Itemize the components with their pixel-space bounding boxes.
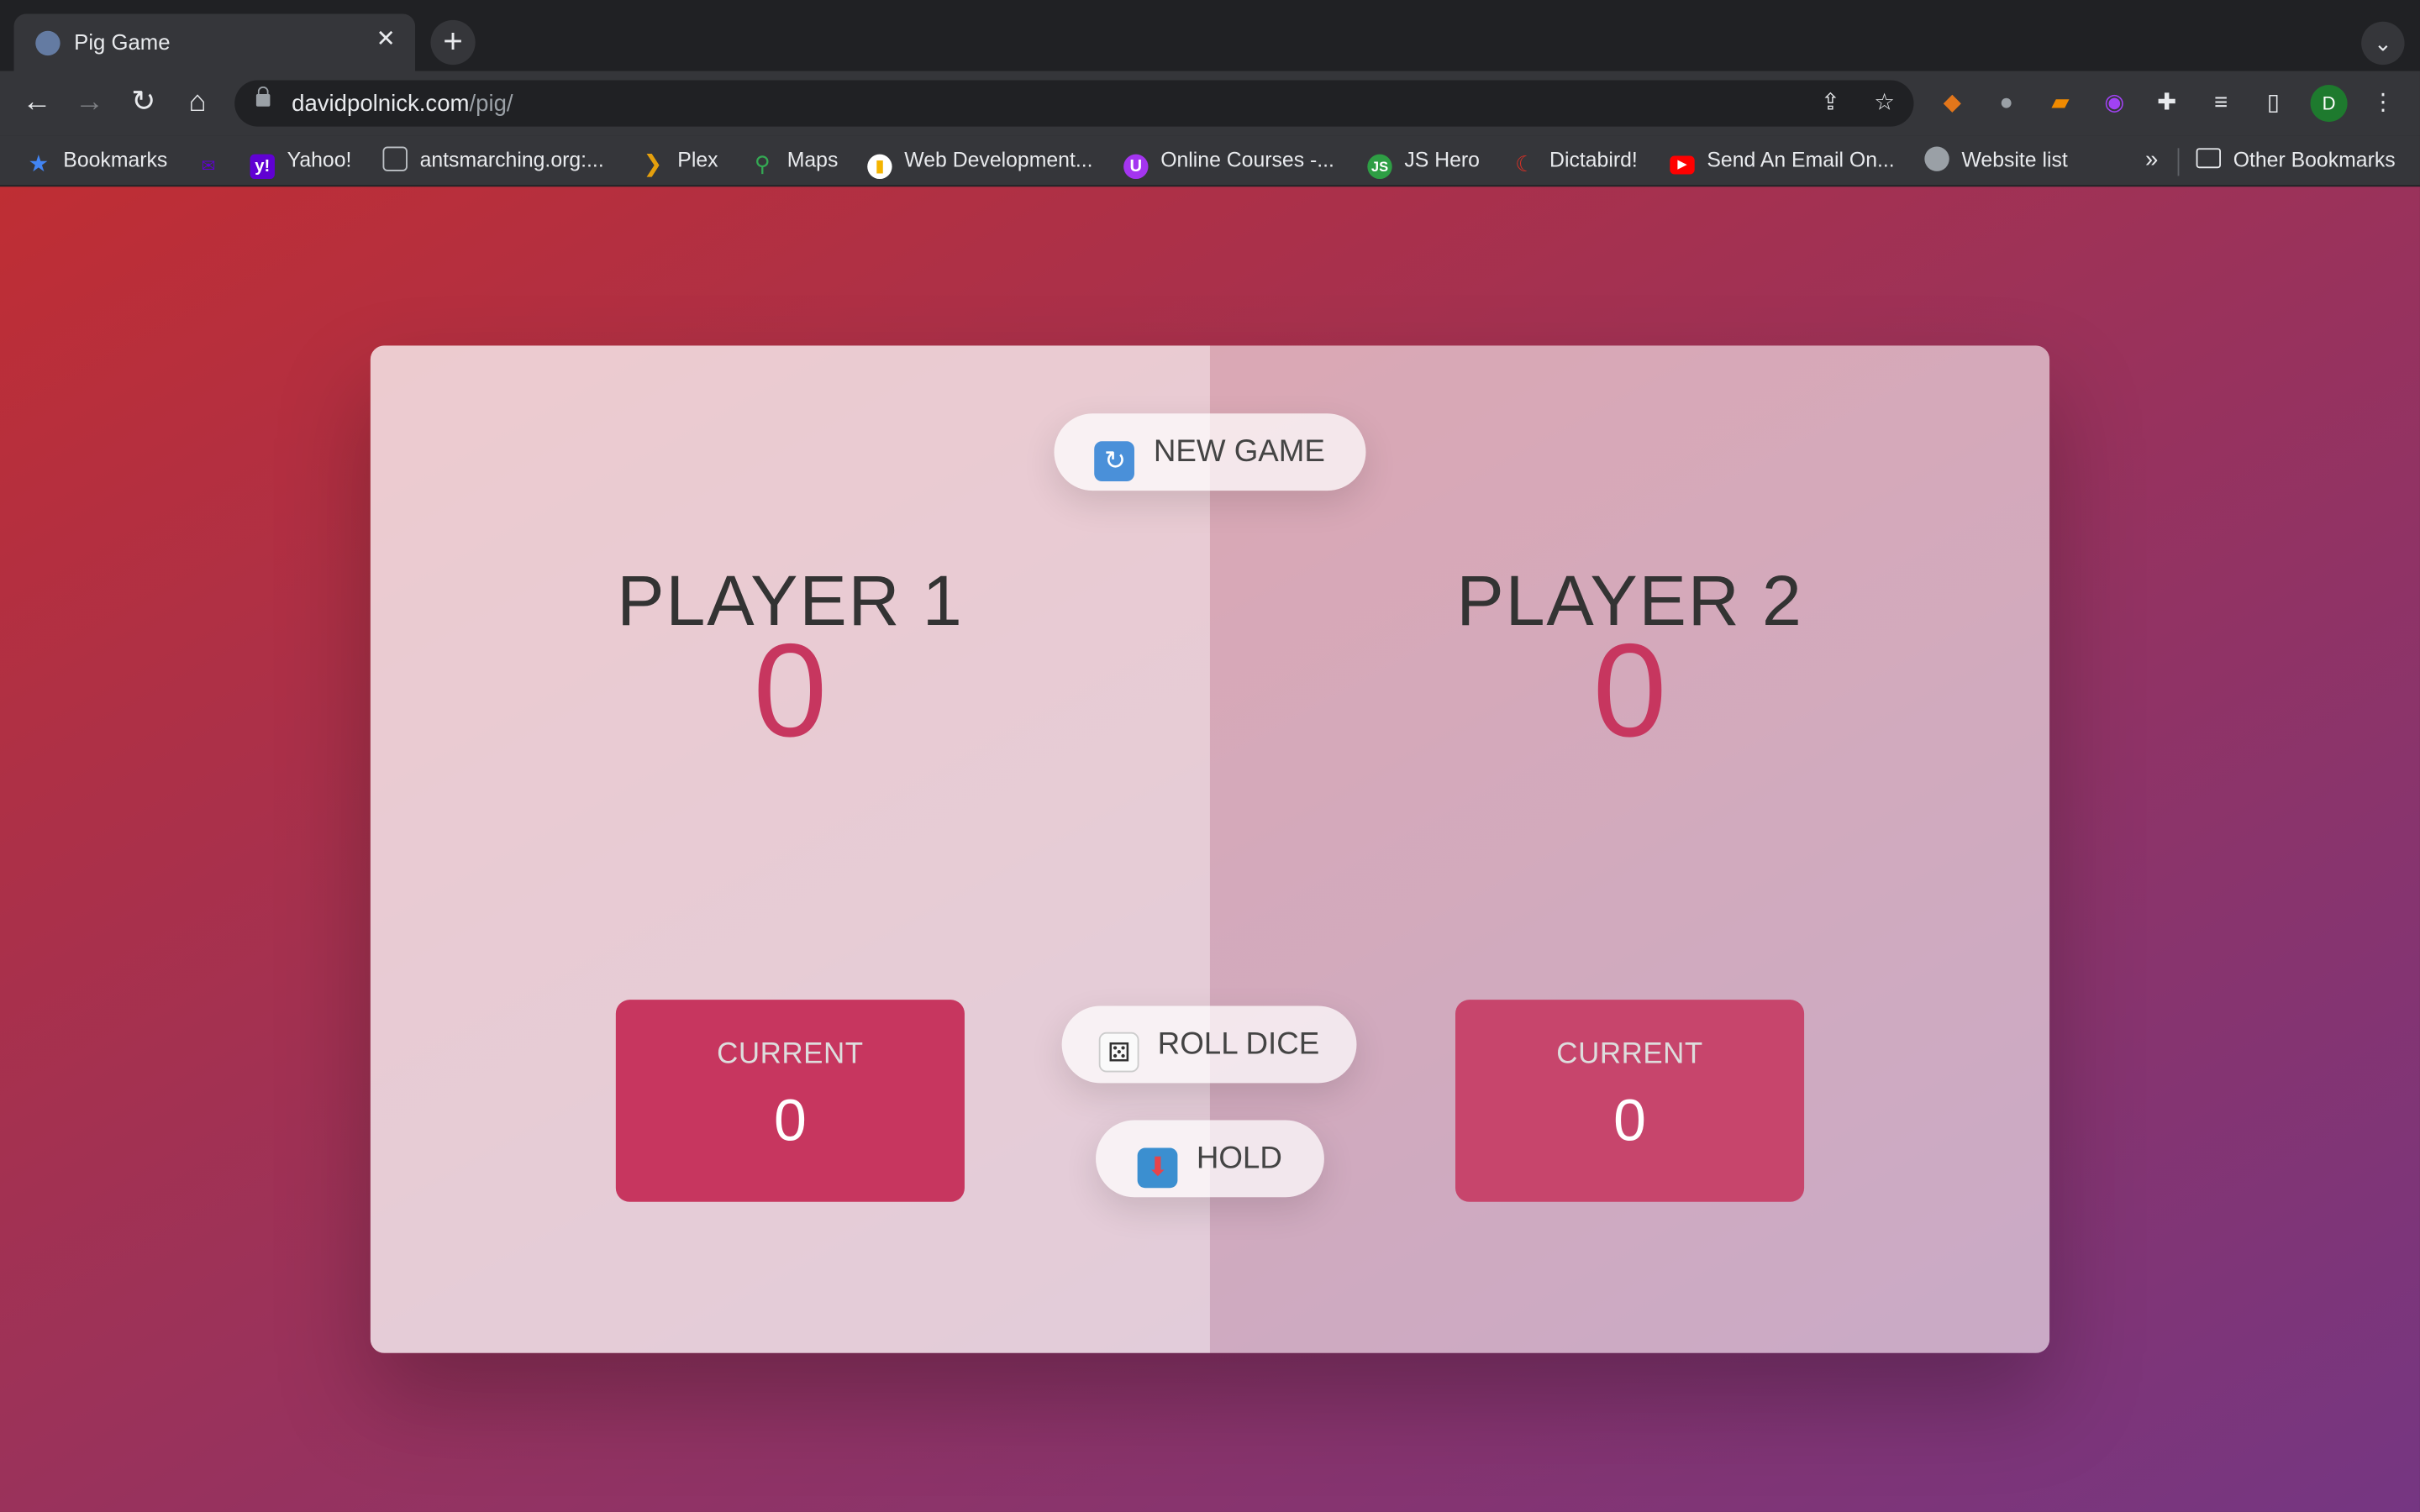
other-bookmarks[interactable]: Other Bookmarks (2196, 146, 2396, 174)
bookmark-item[interactable]: JS JS Hero (1367, 146, 1480, 180)
bookmark-item[interactable]: U Online Courses -... (1123, 146, 1334, 180)
star-icon: ★ (28, 150, 50, 178)
player-1-current-box: CURRENT 0 (615, 1000, 965, 1202)
bookmark-item[interactable]: ▶ Send An Email On... (1670, 146, 1895, 175)
extensions-puzzle-icon[interactable]: ✚ (2151, 88, 2182, 119)
inbox-tray-icon: ⬇ (1138, 1147, 1178, 1189)
menu-kebab-icon[interactable]: ⋮ (2367, 88, 2398, 119)
hold-label: HOLD (1196, 1142, 1282, 1176)
bookmark-item[interactable]: ★ Bookmarks (26, 146, 168, 178)
globe-icon (35, 30, 60, 56)
extension-grey-icon[interactable]: ● (1991, 88, 2022, 119)
browser-window: Pig Game ✕ + ⌄ ← → ↻ ⌂ davidpolnick.com/… (0, 0, 2420, 1512)
antsmarching-icon (382, 146, 408, 171)
tab-search-button[interactable]: ⌄ (2361, 21, 2405, 66)
yahoo-icon: y! (250, 154, 275, 180)
new-game-label: NEW GAME (1153, 434, 1325, 470)
tab-pig-game[interactable]: Pig Game ✕ (13, 13, 416, 71)
web-dev-icon: ▮ (867, 154, 892, 180)
browser-toolbar: ← → ↻ ⌂ davidpolnick.com/pig/ ⇪ ☆ ◆ ● ▰ … (0, 71, 2420, 136)
plex-icon: ❯ (643, 150, 663, 178)
hold-button[interactable]: ⬇ HOLD (1096, 1120, 1324, 1198)
roll-dice-label: ROLL DICE (1157, 1027, 1320, 1062)
player-1-panel: PLAYER 1 0 CURRENT 0 (370, 345, 1210, 1353)
folder-icon (2196, 148, 2222, 169)
side-panel-icon[interactable]: ▯ (2258, 88, 2289, 119)
url-text[interactable]: davidpolnick.com/pig/ (292, 91, 513, 117)
bookmarks-overflow-button[interactable]: » (2145, 146, 2158, 174)
bookmark-item[interactable]: antsmarching.org:... (382, 146, 604, 174)
player-2-current-label: CURRENT (1556, 1038, 1703, 1071)
player-2-panel: PLAYER 2 0 CURRENT 0 (1209, 345, 2050, 1353)
new-tab-button[interactable]: + (430, 19, 476, 66)
bookmark-item[interactable]: Website list (1924, 146, 2068, 174)
bookmark-item[interactable]: y! Yahoo! (250, 146, 351, 180)
extension-purple-icon[interactable]: ◉ (2099, 88, 2130, 119)
tab-strip: Pig Game ✕ + ⌄ (0, 0, 2420, 71)
bookmarks-divider (2177, 148, 2180, 176)
lock-icon[interactable] (255, 86, 271, 107)
roll-dice-button[interactable]: ⚄ ROLL DICE (1061, 1005, 1357, 1084)
yahoo-mail-icon: ✉ (201, 157, 216, 176)
player-2-current-box: CURRENT 0 (1455, 1000, 1805, 1202)
share-icon[interactable]: ⇪ (1815, 88, 1846, 119)
reading-list-icon[interactable]: ≡ (2206, 88, 2237, 119)
player-1-score: 0 (753, 617, 828, 766)
refresh-icon: ↻ (1095, 441, 1135, 482)
maps-icon: ⚲ (754, 150, 771, 176)
home-button[interactable]: ⌂ (177, 83, 218, 123)
metamask-icon[interactable]: ◆ (1937, 88, 1968, 119)
online-courses-icon: U (1123, 154, 1149, 180)
close-icon[interactable]: ✕ (372, 26, 400, 54)
reload-button[interactable]: ↻ (124, 83, 164, 123)
extension-orange-icon[interactable]: ▰ (2045, 88, 2076, 119)
player-1-current-score: 0 (773, 1089, 807, 1154)
tab-title: Pig Game (74, 29, 171, 55)
profile-avatar[interactable]: D (2310, 85, 2348, 123)
youtube-icon: ▶ (1670, 155, 1695, 175)
player-2-current-score: 0 (1613, 1089, 1646, 1154)
new-game-button[interactable]: ↻ NEW GAME (1054, 413, 1366, 491)
dice-icon: ⚄ (1098, 1032, 1139, 1073)
bookmark-item[interactable]: ❯ Plex (640, 146, 718, 178)
game-board: PLAYER 1 0 CURRENT 0 PLAYER 2 0 CURRENT … (370, 345, 2050, 1353)
bookmark-item[interactable]: ▮ Web Development... (867, 146, 1092, 180)
bookmark-item[interactable]: ⚲ Maps (750, 146, 838, 176)
back-button[interactable]: ← (17, 83, 57, 123)
player-2-score: 0 (1592, 617, 1667, 766)
bookmark-star-icon[interactable]: ☆ (1869, 88, 1900, 119)
address-bar[interactable]: davidpolnick.com/pig/ ⇪ ☆ (234, 80, 1914, 127)
forward-button[interactable]: → (70, 83, 110, 123)
page-background: PLAYER 1 0 CURRENT 0 PLAYER 2 0 CURRENT … (0, 186, 2420, 1512)
bookmarks-bar: ★ Bookmarks ✉ y! Yahoo! antsmarching.org:.… (0, 135, 2420, 187)
bookmark-item[interactable]: ☾ Dictabird! (1512, 146, 1638, 176)
globe-icon (1924, 146, 1949, 171)
js-hero-icon: JS (1367, 154, 1392, 180)
dictabird-icon: ☾ (1515, 150, 1535, 176)
bookmark-item[interactable]: ✉ (196, 146, 233, 176)
player-1-current-label: CURRENT (717, 1038, 864, 1071)
